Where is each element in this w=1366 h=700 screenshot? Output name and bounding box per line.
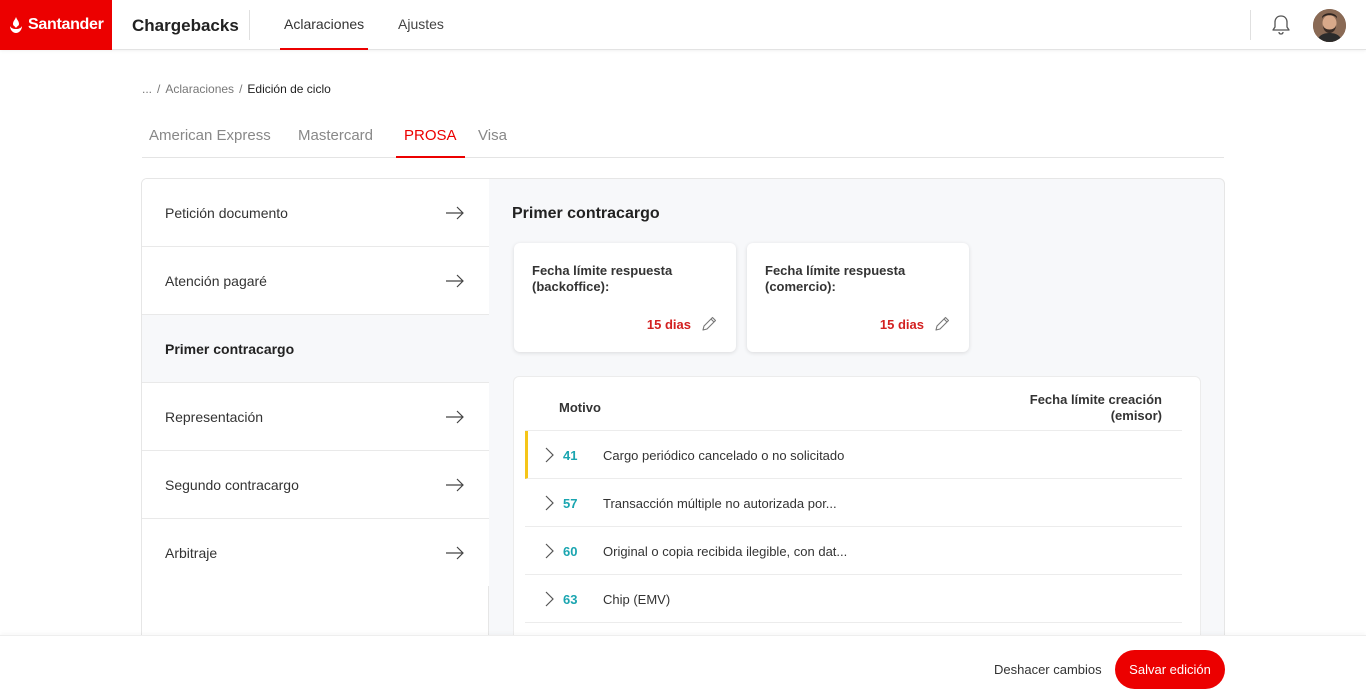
- sidebar-item-segundo-contracargo[interactable]: Segundo contracargo: [142, 451, 489, 519]
- bell-icon[interactable]: [1268, 12, 1294, 38]
- reason-text: Transacción múltiple no autorizada por..…: [603, 496, 837, 511]
- deadline-card-backoffice: Fecha límite respuesta (backoffice): 15 …: [514, 243, 736, 352]
- column-header-fecha: Fecha límite creación (emisor): [1030, 392, 1162, 424]
- card-network-tabs: American Express Mastercard PROSA Visa: [142, 118, 1224, 158]
- sidebar-item-arbitraje[interactable]: Arbitraje: [142, 519, 489, 587]
- deadline-label: Fecha límite respuesta (backoffice):: [532, 263, 673, 294]
- tab-prosa[interactable]: PROSA: [396, 118, 465, 158]
- cycle-panel: Petición documento Atención pagaré Prime…: [141, 178, 1225, 648]
- deadline-value: 15 dias: [646, 317, 691, 332]
- table-row[interactable]: 60 Original o copia recibida ilegible, c…: [525, 527, 1182, 575]
- sidebar-item-atencion-pagare[interactable]: Atención pagaré: [142, 247, 489, 315]
- arrow-right-icon: [446, 274, 464, 287]
- chevron-right-icon[interactable]: [544, 495, 554, 511]
- nav-tab-ajustes[interactable]: Ajustes: [398, 0, 444, 50]
- chevron-right-icon[interactable]: [544, 543, 554, 559]
- undo-changes-button[interactable]: Deshacer cambios: [994, 662, 1102, 677]
- sidebar-item-label: Arbitraje: [165, 544, 218, 561]
- reason-text: Chip (EMV): [603, 592, 671, 607]
- breadcrumb-ellipsis[interactable]: ...: [142, 82, 152, 96]
- user-photo: [1313, 9, 1346, 42]
- tab-american-express[interactable]: American Express: [149, 118, 271, 158]
- arrow-right-icon: [446, 410, 464, 423]
- brand-name: Santander: [28, 16, 104, 33]
- sidebar-item-peticion-documento[interactable]: Petición documento: [142, 179, 489, 247]
- divider: [249, 10, 250, 40]
- pencil-icon[interactable]: [700, 315, 718, 333]
- sidebar-item-label: Representación: [165, 408, 264, 425]
- action-footer: Deshacer cambios Salvar edición: [0, 635, 1366, 700]
- save-edit-button[interactable]: Salvar edición: [1115, 650, 1225, 689]
- table-row[interactable]: 63 Chip (EMV): [525, 575, 1182, 623]
- table-row[interactable]: 41 Cargo periódico cancelado o no solici…: [525, 431, 1182, 479]
- tab-visa[interactable]: Visa: [478, 118, 507, 158]
- column-header-line: Fecha límite creación: [1029, 392, 1162, 407]
- reason-text: Cargo periódico cancelado o no solicitad…: [603, 448, 845, 463]
- sidebar-item-label: Atención pagaré: [165, 272, 267, 289]
- arrow-right-icon: [446, 546, 464, 559]
- sidebar-item-label: Segundo contracargo: [165, 476, 299, 493]
- breadcrumb-separator: /: [157, 82, 161, 96]
- breadcrumb-aclaraciones[interactable]: Aclaraciones: [165, 82, 234, 96]
- nav-tab-aclaraciones[interactable]: Aclaraciones: [280, 0, 369, 50]
- divider: [1250, 10, 1251, 40]
- reasons-table: Motivo Fecha límite creación (emisor) 41…: [513, 376, 1201, 647]
- table-row[interactable]: 57 Transacción múltiple no autorizada po…: [525, 479, 1182, 527]
- arrow-right-icon: [446, 206, 464, 219]
- reason-code: 41: [563, 448, 578, 463]
- column-header-motivo: Motivo: [559, 400, 601, 415]
- avatar[interactable]: [1313, 9, 1346, 42]
- top-bar: Santander Chargebacks Aclaraciones Ajust…: [0, 0, 1366, 50]
- reason-code: 60: [563, 544, 578, 559]
- reason-text: Original o copia recibida ilegible, con …: [603, 544, 848, 559]
- reason-code: 63: [563, 592, 578, 607]
- sidebar-item-primer-contracargo[interactable]: Primer contracargo: [142, 315, 489, 383]
- breadcrumb: ... / Aclaraciones / Edición de ciclo: [142, 82, 331, 96]
- tab-mastercard[interactable]: Mastercard: [298, 118, 373, 158]
- pencil-icon[interactable]: [933, 315, 951, 333]
- breadcrumb-separator: /: [239, 82, 243, 96]
- breadcrumb-current: Edición de ciclo: [247, 82, 331, 96]
- arrow-right-icon: [446, 478, 464, 491]
- chevron-right-icon[interactable]: [544, 591, 554, 607]
- stage-detail: Primer contracargo Fecha límite respuest…: [489, 179, 1224, 647]
- deadline-value: 15 dias: [879, 317, 924, 332]
- deadline-label: Fecha límite respuesta (comercio):: [765, 263, 906, 294]
- cycle-stage-list: Petición documento Atención pagaré Prime…: [142, 179, 489, 587]
- chevron-right-icon[interactable]: [544, 447, 554, 463]
- table-header: Motivo Fecha límite creación (emisor): [525, 377, 1182, 431]
- sidebar-item-label: Petición documento: [165, 204, 288, 221]
- flame-icon: [10, 17, 22, 33]
- sidebar-item-representacion[interactable]: Representación: [142, 383, 489, 451]
- sidebar-item-label: Primer contracargo: [165, 340, 295, 357]
- app-title: Chargebacks: [132, 16, 239, 35]
- section-title: Primer contracargo: [512, 205, 660, 222]
- column-header-line: (emisor): [1110, 408, 1162, 423]
- deadline-card-comercio: Fecha límite respuesta (comercio): 15 di…: [747, 243, 969, 352]
- brand-logo[interactable]: Santander: [0, 0, 112, 50]
- reason-code: 57: [563, 496, 578, 511]
